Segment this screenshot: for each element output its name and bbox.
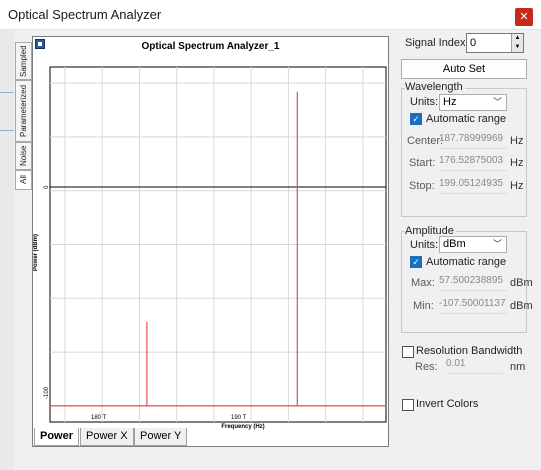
tab-power-y[interactable]: Power Y <box>134 428 188 446</box>
bottom-tab-strip: Power Power X Power Y <box>32 428 389 448</box>
close-button[interactable]: ✕ <box>515 8 533 26</box>
plot-area[interactable]: 0 -100 180 T 190 T <box>33 37 388 446</box>
invert-colors-label: Invert Colors <box>416 398 479 410</box>
res-unit: nm <box>510 361 526 373</box>
amplitude-units-select[interactable]: dBm ﹀ <box>439 236 507 253</box>
tab-power[interactable]: Power <box>34 428 80 446</box>
edge-marker <box>0 130 14 131</box>
stop-label: Stop: <box>409 180 435 192</box>
signal-index-spinner[interactable]: 0 ▲ ▼ <box>466 33 524 53</box>
max-label: Max: <box>411 277 435 289</box>
tab-noise[interactable]: Noise <box>15 142 32 170</box>
wavelength-units-value: Hz <box>443 96 457 108</box>
start-label: Start: <box>409 157 436 169</box>
center-unit: Hz <box>510 135 524 147</box>
min-label: Min: <box>413 300 434 312</box>
tab-power-x[interactable]: Power X <box>80 428 134 446</box>
start-field[interactable]: 176.52875003 <box>439 155 507 171</box>
max-field[interactable]: 57.500238895 <box>439 275 507 291</box>
tab-sampled[interactable]: Sampled <box>15 42 32 80</box>
left-edge-strip <box>0 30 14 470</box>
settings-panel: Signal Index: 0 ▲ ▼ Auto Set Wavelength … <box>398 30 541 470</box>
amplitude-units-value: dBm <box>443 238 466 250</box>
center-label: Center: <box>407 135 444 147</box>
amplitude-auto-range-label: Automatic range <box>426 256 507 268</box>
side-tab-strip: Sampled Parameterized Noise All <box>15 42 32 190</box>
center-field[interactable]: 187.78999969 <box>439 133 507 149</box>
res-field[interactable]: 0.01 <box>446 358 502 374</box>
window-title: Optical Spectrum Analyzer <box>8 7 162 22</box>
wavelength-auto-range-checkbox[interactable]: ✓ <box>410 113 422 125</box>
chevron-down-icon: ﹀ <box>492 97 502 107</box>
wavelength-units-label: Units: <box>410 96 439 108</box>
wavelength-auto-range-label: Automatic range <box>426 113 507 125</box>
resolution-bandwidth-label: Resolution Bandwidth <box>416 345 523 357</box>
tab-parameterized[interactable]: Parameterized <box>15 80 32 142</box>
min-field[interactable]: -107.50001137 <box>439 298 507 314</box>
edge-marker <box>0 92 14 93</box>
invert-colors-checkbox[interactable] <box>402 399 414 411</box>
signal-index-label: Signal Index: <box>405 37 469 49</box>
chevron-down-icon: ﹀ <box>492 239 502 249</box>
y-tick-label: -100 <box>44 386 50 399</box>
wavelength-units-select[interactable]: Hz ﹀ <box>439 94 507 111</box>
max-unit: dBm <box>510 277 533 289</box>
tab-all[interactable]: All <box>15 170 32 190</box>
spin-up-icon[interactable]: ▲ <box>511 34 523 43</box>
x-tick-label: 190 T <box>231 415 247 421</box>
stop-field[interactable]: 199.05124935 <box>439 178 507 194</box>
graph-panel: Optical Spectrum Analyzer_1 0 -100 180 T… <box>32 36 389 447</box>
min-unit: dBm <box>510 300 533 312</box>
res-label: Res: <box>415 361 438 373</box>
auto-set-button[interactable]: Auto Set <box>401 59 527 79</box>
resolution-bandwidth-checkbox[interactable] <box>402 346 414 358</box>
y-tick-label: 0 <box>44 185 50 189</box>
title-bar: Optical Spectrum Analyzer ✕ <box>0 0 541 30</box>
y-axis-label: Power (dBm) <box>33 233 39 271</box>
spin-down-icon[interactable]: ▼ <box>511 43 523 52</box>
start-unit: Hz <box>510 157 524 169</box>
signal-index-value: 0 <box>470 37 477 49</box>
amplitude-auto-range-checkbox[interactable]: ✓ <box>410 256 422 268</box>
stop-unit: Hz <box>510 180 524 192</box>
amplitude-units-label: Units: <box>410 239 439 251</box>
x-tick-label: 180 T <box>91 415 107 421</box>
